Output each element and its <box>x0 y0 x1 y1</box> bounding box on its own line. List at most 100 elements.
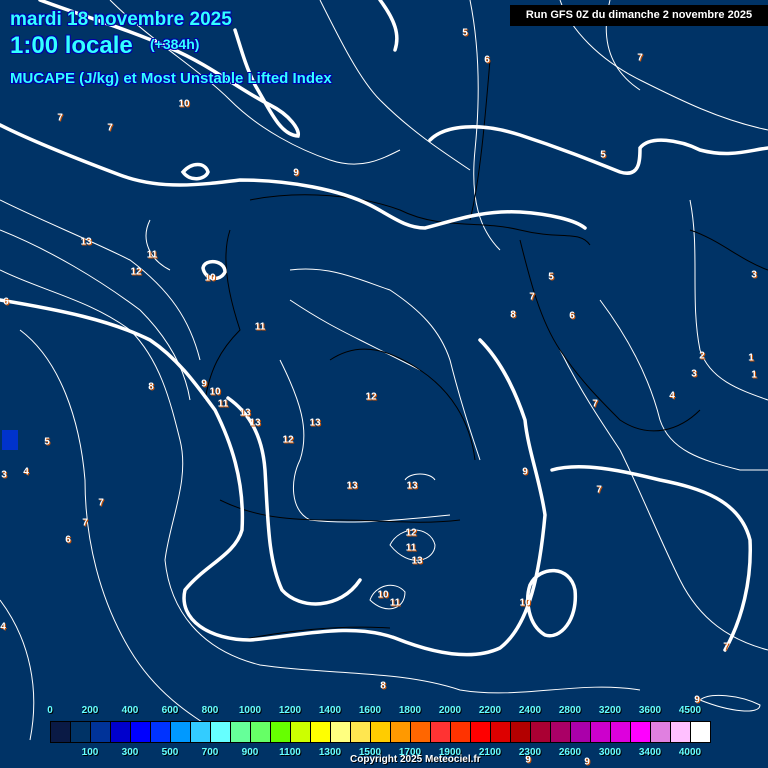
li-label: 11 <box>389 597 401 609</box>
legend-label-top: 1000 <box>238 705 262 716</box>
legend-swatch <box>451 722 471 742</box>
li-label: 9 <box>694 694 700 706</box>
li-label: 13 <box>80 236 92 248</box>
legend-label-top: 2800 <box>558 705 582 716</box>
li-label: 13 <box>309 417 321 429</box>
li-label: 12 <box>130 266 142 278</box>
legend-label-bottom: 3400 <box>638 747 662 758</box>
li-label: 5 <box>462 27 468 39</box>
legend-label-top: 600 <box>161 705 179 716</box>
legend-label-top: 2400 <box>518 705 542 716</box>
legend-label-top: 2000 <box>438 705 462 716</box>
li-label: 4 <box>669 390 675 402</box>
li-label: 11 <box>217 398 229 410</box>
legend-swatch <box>471 722 491 742</box>
li-label: 1 <box>751 369 757 381</box>
li-label: 4 <box>23 466 29 478</box>
legend-swatch <box>631 722 651 742</box>
legend-swatch <box>91 722 111 742</box>
legend-label-bottom: 2300 <box>518 747 542 758</box>
legend-label-bottom: 500 <box>161 747 179 758</box>
legend-swatch <box>551 722 571 742</box>
li-label: 6 <box>65 534 71 546</box>
legend-label-top: 4500 <box>678 705 702 716</box>
legend-swatch <box>531 722 551 742</box>
li-label: 8 <box>380 680 386 692</box>
li-label: 10 <box>178 98 190 110</box>
li-label: 9 <box>584 756 590 768</box>
forecast-time: 1:00 locale <box>10 32 133 59</box>
li-label: 7 <box>592 398 598 410</box>
li-label: 3 <box>691 368 697 380</box>
legend-swatch <box>511 722 531 742</box>
li-label: 7 <box>596 484 602 496</box>
li-label: 13 <box>346 480 358 492</box>
legend-swatch <box>291 722 311 742</box>
li-label: 2 <box>699 350 705 362</box>
legend-swatch <box>651 722 671 742</box>
li-label: 8 <box>510 309 516 321</box>
legend-label-top: 1800 <box>398 705 422 716</box>
legend-swatch <box>211 722 231 742</box>
li-label: 9 <box>201 378 207 390</box>
legend-swatch <box>691 722 710 742</box>
legend-swatch <box>51 722 71 742</box>
li-label: 8 <box>148 381 154 393</box>
legend-label-bottom: 300 <box>121 747 139 758</box>
legend-swatch <box>391 722 411 742</box>
legend-swatch <box>271 722 291 742</box>
legend-swatch <box>371 722 391 742</box>
li-label: 1 <box>748 352 754 364</box>
li-label: 12 <box>405 527 417 539</box>
legend-label-bottom: 1300 <box>318 747 342 758</box>
legend-label-top: 2200 <box>478 705 502 716</box>
model-run-info: Run GFS 0Z du dimanche 2 novembre 2025 <box>510 5 768 26</box>
legend-swatch <box>111 722 131 742</box>
li-label: 7 <box>107 122 113 134</box>
parameter-title: MUCAPE (J/kg) et Most Unstable Lifted In… <box>10 70 332 87</box>
legend-swatch <box>251 722 271 742</box>
country-borders <box>204 59 768 641</box>
li-label: 11 <box>254 321 266 333</box>
li-label: 7 <box>82 517 88 529</box>
forecast-lead-time: (+384h) <box>150 36 200 52</box>
legend-label-top: 1200 <box>278 705 302 716</box>
legend-label-top: 1400 <box>318 705 342 716</box>
li-label: 6 <box>569 310 575 322</box>
legend-label-top: 200 <box>81 705 99 716</box>
legend-label-bottom: 2600 <box>558 747 582 758</box>
legend-swatch <box>191 722 211 742</box>
legend-swatch <box>71 722 91 742</box>
legend-swatch <box>591 722 611 742</box>
thick-contours <box>0 0 768 657</box>
li-label: 3 <box>751 269 757 281</box>
legend-swatch <box>231 722 251 742</box>
legend-swatch <box>311 722 331 742</box>
li-label: 13 <box>406 480 418 492</box>
li-label: 4 <box>0 621 6 633</box>
li-label: 7 <box>57 112 63 124</box>
legend-swatch <box>611 722 631 742</box>
legend-label-top: 800 <box>201 705 219 716</box>
legend-swatch <box>151 722 171 742</box>
li-label: 7 <box>529 291 535 303</box>
li-label: 13 <box>249 417 261 429</box>
legend-label-bottom: 100 <box>81 747 99 758</box>
li-label: 5 <box>548 271 554 283</box>
li-label: 3 <box>1 469 7 481</box>
legend-label-bottom: 2100 <box>478 747 502 758</box>
legend-swatch <box>491 722 511 742</box>
legend-label-bottom: 4000 <box>678 747 702 758</box>
cape-patch <box>2 430 18 450</box>
forecast-date: mardi 18 novembre 2025 <box>10 9 232 30</box>
legend-swatch <box>571 722 591 742</box>
li-label: 10 <box>209 386 221 398</box>
legend-label-top: 3200 <box>598 705 622 716</box>
li-label: 12 <box>365 391 377 403</box>
li-label: 5 <box>44 436 50 448</box>
legend-swatch <box>431 722 451 742</box>
li-label: 7 <box>98 497 104 509</box>
li-label: 6 <box>3 296 9 308</box>
li-label: 11 <box>405 542 417 554</box>
legend-swatch <box>671 722 691 742</box>
